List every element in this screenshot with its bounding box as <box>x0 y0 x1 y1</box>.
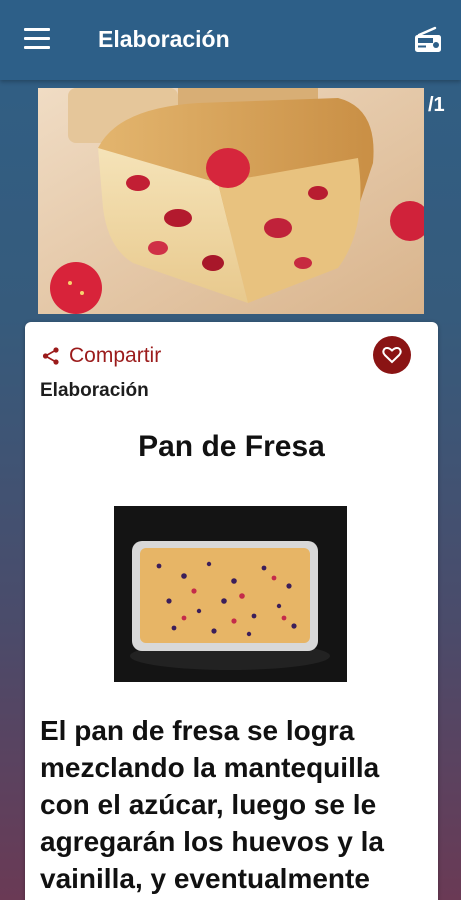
recipe-photo <box>114 506 347 682</box>
page-title: Elaboración <box>98 26 230 52</box>
recipe-hero-image[interactable] <box>38 88 424 314</box>
recipe-card: Compartir Elaboración Pan de Fresa El pa… <box>25 322 438 900</box>
radio-icon[interactable] <box>413 26 443 54</box>
heart-icon <box>382 347 402 364</box>
favorite-button[interactable] <box>373 336 411 374</box>
menu-icon[interactable] <box>24 28 52 52</box>
recipe-title: Pan de Fresa <box>138 430 325 463</box>
share-icon <box>42 347 59 365</box>
app-bar: Elaboración <box>0 0 461 80</box>
image-pager: /1 <box>428 94 445 116</box>
share-label: Compartir <box>69 344 162 367</box>
recipe-description: El pan de fresa se logra mezclando la ma… <box>40 715 384 894</box>
share-button[interactable]: Compartir <box>41 344 161 368</box>
section-label: Elaboración <box>40 380 149 401</box>
